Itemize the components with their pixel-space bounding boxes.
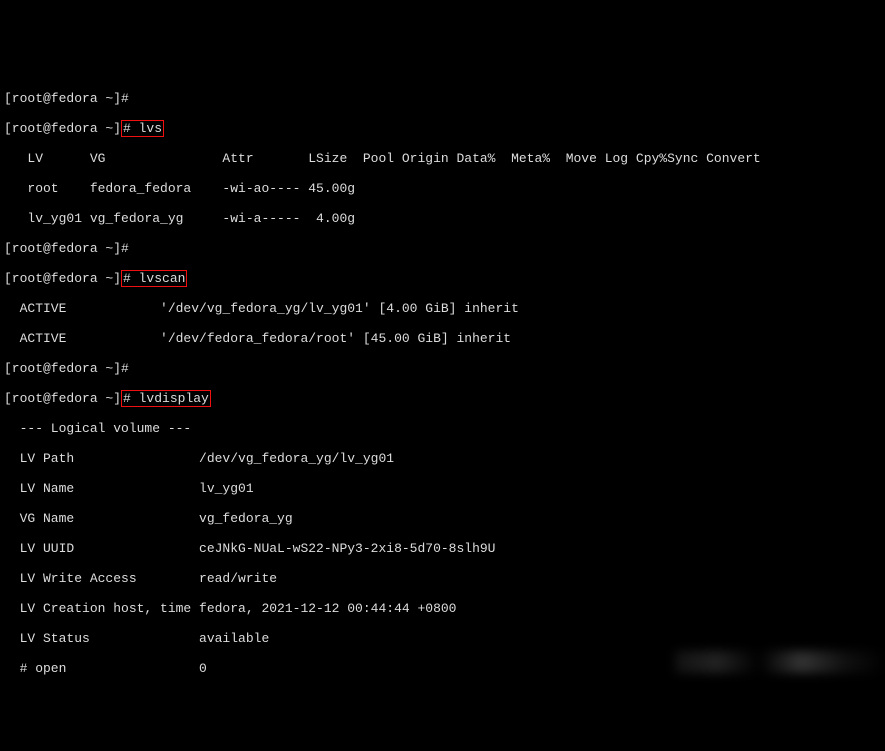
highlight-lvscan: # lvscan [121, 270, 187, 287]
lvs-header: LV VG Attr LSize Pool Origin Data% Meta%… [4, 151, 881, 166]
lvs-row: lv_yg01 vg_fedora_yg -wi-a----- 4.00g [4, 211, 881, 226]
terminal-window[interactable]: { "prompts": { "p1": "[root@fedora ~]#",… [0, 30, 885, 691]
lv-field: LV Path /dev/vg_fedora_yg/lv_yg01 [4, 451, 881, 466]
prompt: [root@fedora ~] [4, 271, 121, 286]
lv-sep: --- Logical volume --- [4, 421, 881, 436]
lvscan-row: ACTIVE '/dev/fedora_fedora/root' [45.00 … [4, 331, 881, 346]
lv-field: LV UUID ceJNkG-NUaL-wS22-NPy3-2xi8-5d70-… [4, 541, 881, 556]
lv-field: LV Status available [4, 631, 881, 646]
prompt: [root@fedora ~]# [4, 91, 129, 106]
highlight-lvdisplay: # lvdisplay [121, 390, 211, 407]
prompt: [root@fedora ~] [4, 391, 121, 406]
lv-field: VG Name vg_fedora_yg [4, 511, 881, 526]
prompt: [root@fedora ~]# [4, 241, 129, 256]
cmd-lvs: # lvs [123, 121, 162, 136]
cmd-lvdisplay: # lvdisplay [123, 391, 209, 406]
prompt: [root@fedora ~] [4, 121, 121, 136]
lv-field: LV Name lv_yg01 [4, 481, 881, 496]
highlight-lvs: # lvs [121, 120, 164, 137]
lv-field: LV Write Access read/write [4, 571, 881, 586]
cmd-lvscan: # lvscan [123, 271, 185, 286]
watermark-blur [675, 651, 885, 673]
prompt: [root@fedora ~]# [4, 361, 129, 376]
lv-field: LV Creation host, time fedora, 2021-12-1… [4, 601, 881, 616]
lvs-row: root fedora_fedora -wi-ao---- 45.00g [4, 181, 881, 196]
lvscan-row: ACTIVE '/dev/vg_fedora_yg/lv_yg01' [4.00… [4, 301, 881, 316]
